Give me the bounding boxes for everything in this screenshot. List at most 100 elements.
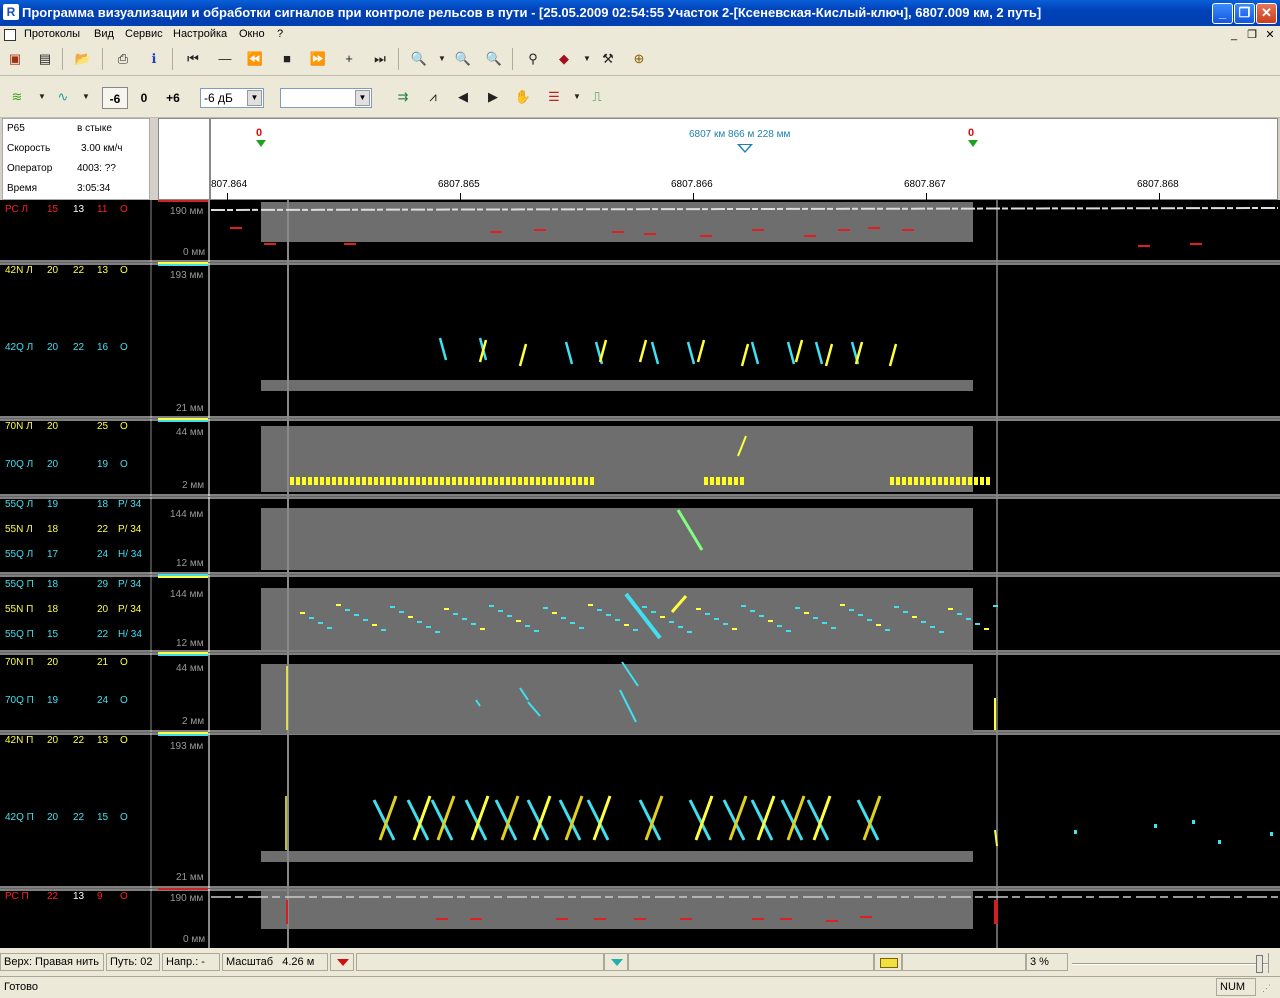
echo-band xyxy=(986,477,990,485)
jump-icon[interactable]: ⇉ xyxy=(392,86,414,108)
rail-type-label: Р65 xyxy=(7,123,25,134)
mdi-close-button[interactable]: ✕ xyxy=(1262,28,1278,42)
speed-slider-thumb[interactable] xyxy=(1256,955,1263,973)
gain-minus6-button[interactable]: -6 xyxy=(102,87,128,109)
minimize-button[interactable]: _ xyxy=(1212,3,1233,24)
echo-dot xyxy=(498,610,503,612)
mdi-minimize-button[interactable]: _ xyxy=(1226,28,1242,42)
channel-name: 70Q П xyxy=(5,695,34,706)
status-field-2 xyxy=(628,953,874,971)
close-button[interactable]: ✕ xyxy=(1256,3,1277,24)
last-icon[interactable]: ⏭ xyxy=(369,48,391,70)
lines-dropdown-icon[interactable]: ▼ xyxy=(566,86,588,108)
echo-mark xyxy=(598,339,608,363)
waveform-icon[interactable]: ≋ xyxy=(6,86,28,108)
echo-dot xyxy=(318,622,323,624)
channel-color-bar xyxy=(158,420,208,422)
echo-dot xyxy=(759,615,764,617)
menu-service[interactable]: Сервис xyxy=(125,28,163,40)
step-back-icon[interactable]: ◀ xyxy=(452,86,474,108)
channel-value-d: О xyxy=(120,695,128,706)
echo-band xyxy=(938,477,942,485)
echo-band xyxy=(428,477,432,485)
echo-mark xyxy=(696,339,706,363)
signal-icon[interactable]: ∿ xyxy=(52,86,74,108)
ruler-tick-label: 807.864 xyxy=(211,179,248,190)
zoom-in-icon[interactable]: 🔍 xyxy=(483,48,505,70)
menu-settings[interactable]: Настройка xyxy=(173,28,227,40)
echo-dot xyxy=(669,621,674,623)
mode-select[interactable]: ▼ xyxy=(280,88,372,108)
echo-dot xyxy=(795,607,800,609)
database-icon[interactable]: ▤ xyxy=(34,48,56,70)
channel-value-a: 18 xyxy=(47,524,59,535)
cyan-marker-button[interactable] xyxy=(604,953,628,971)
signal-scan-area[interactable]: РС Л 15 13 11 О 42N Л 20 22 13 О 42Q Л 2… xyxy=(0,200,1280,948)
menu-protocols[interactable]: Протоколы xyxy=(24,28,80,40)
step-forward-icon[interactable]: ▶ xyxy=(482,86,504,108)
echo-dot xyxy=(480,628,485,630)
echo-dot xyxy=(732,628,737,630)
lines-icon[interactable]: ☰ xyxy=(543,86,565,108)
zoom-dropdown-icon[interactable]: ▼ xyxy=(431,48,453,70)
gain-select[interactable]: -6 дБ ▼ xyxy=(200,88,264,108)
speed-slider[interactable] xyxy=(1072,963,1268,965)
channel-color-bar xyxy=(158,652,208,654)
echo-mark xyxy=(686,341,696,365)
mdi-restore-button[interactable]: ❐ xyxy=(1244,28,1260,42)
status-track: Путь: 02 xyxy=(106,953,160,971)
rewind-icon[interactable]: ⏪ xyxy=(244,48,266,70)
time-value: 3:05:34 xyxy=(77,183,111,194)
marker-dropdown-icon[interactable]: ▼ xyxy=(576,48,598,70)
print-icon[interactable]: ⎙ xyxy=(112,48,134,70)
device-icon[interactable]: ▣ xyxy=(4,48,26,70)
menu-help[interactable]: ? xyxy=(277,28,283,40)
signal-dropdown-icon[interactable]: ▼ xyxy=(75,86,97,108)
resize-grip-icon[interactable]: ⋰ xyxy=(1262,983,1271,994)
menu-window[interactable]: Окно xyxy=(239,28,265,40)
zoom-icon[interactable]: 🔍 xyxy=(408,48,430,70)
maximize-button[interactable]: ❐ xyxy=(1234,3,1255,24)
red-marker-button[interactable] xyxy=(330,953,354,971)
open-folder-icon[interactable]: 📂 xyxy=(72,48,94,70)
stop-icon[interactable]: ■ xyxy=(276,48,298,70)
binoculars-icon[interactable]: ⚲ xyxy=(522,48,544,70)
waveform-dropdown-icon[interactable]: ▼ xyxy=(31,86,53,108)
echo-dot xyxy=(606,614,611,616)
echo-band xyxy=(338,477,342,485)
pulse-icon[interactable]: ⎍ xyxy=(586,86,608,108)
distance-ruler[interactable]: 0 0 6807 км 866 м 228 мм 807.864 6807.86… xyxy=(210,118,1278,201)
echo-band xyxy=(728,477,732,485)
split-icon[interactable]: ⩘ xyxy=(422,86,444,108)
echo-band xyxy=(896,477,900,485)
green-marker-icon[interactable] xyxy=(256,140,266,147)
gain-zero-button[interactable]: 0 xyxy=(131,87,157,109)
ruler-button[interactable] xyxy=(874,953,902,971)
gain-plus6-button[interactable]: +6 xyxy=(160,87,186,109)
echo-dot xyxy=(1270,832,1273,836)
echo-dot xyxy=(903,611,908,613)
marker-icon[interactable]: ◆ xyxy=(553,48,575,70)
chevron-down-icon: ▼ xyxy=(355,90,370,106)
menu-view[interactable]: Вид xyxy=(94,28,114,40)
plus-icon[interactable]: + xyxy=(338,48,360,70)
echo-dot xyxy=(309,617,314,619)
document-icon[interactable] xyxy=(4,29,16,41)
fast-forward-icon[interactable]: ⏩ xyxy=(307,48,329,70)
green-marker-icon[interactable] xyxy=(968,140,978,147)
echo-band xyxy=(560,477,564,485)
hand-icon[interactable]: ✋ xyxy=(512,86,534,108)
channel-value-b: 22 xyxy=(73,735,85,746)
echo-band xyxy=(470,477,474,485)
channel-name: 55Q Л xyxy=(5,499,34,510)
channel-value-b: 13 xyxy=(73,891,85,902)
probe-icon[interactable]: ⚒ xyxy=(597,48,619,70)
speed-value: 3.00 км/ч xyxy=(81,143,123,154)
minus-icon[interactable]: — xyxy=(214,48,236,70)
echo-dot xyxy=(912,616,917,618)
first-icon[interactable]: ⏮ xyxy=(182,48,204,70)
zoom-out-icon[interactable]: 🔍 xyxy=(452,48,474,70)
info-icon[interactable]: ℹ xyxy=(143,48,165,70)
tool-icon[interactable]: ⊕ xyxy=(628,48,650,70)
gate-zone xyxy=(261,851,973,862)
